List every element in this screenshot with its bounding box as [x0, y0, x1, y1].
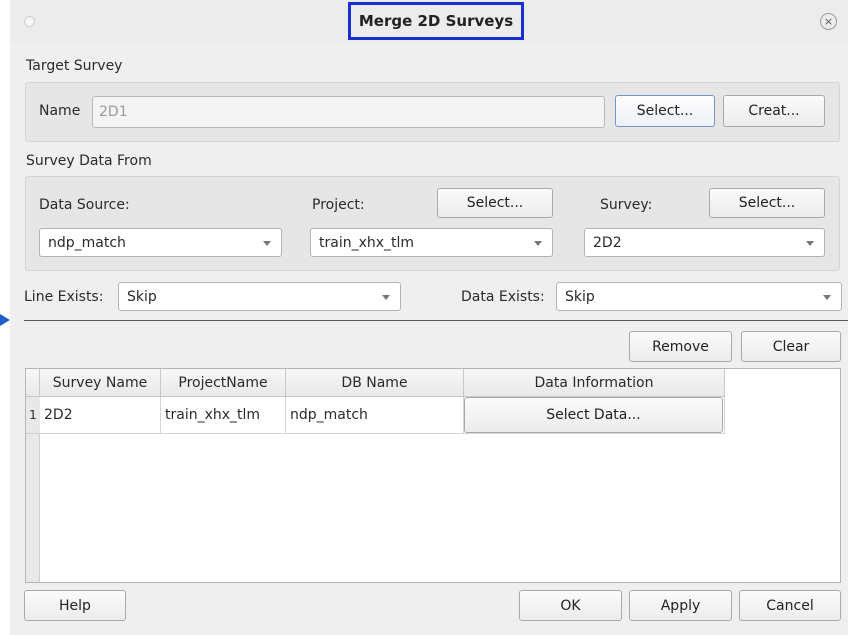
help-button[interactable]: Help [24, 590, 126, 621]
apply-button[interactable]: Apply [629, 590, 732, 621]
target-survey-group: Name 2D1 Select... Creat... [25, 82, 840, 142]
window-menu-icon[interactable] [24, 16, 35, 27]
survey-value: 2D2 [593, 234, 622, 251]
data-source-value: ndp_match [48, 234, 126, 251]
target-survey-section-label: Target Survey [26, 58, 123, 74]
chevron-down-icon [534, 240, 542, 246]
remove-button[interactable]: Remove [629, 331, 732, 362]
survey-label: Survey: [600, 197, 653, 213]
header-filler [725, 369, 840, 397]
chevron-down-icon [806, 240, 814, 246]
pointer-arrow-icon [0, 314, 10, 326]
table-cell-db-name[interactable]: ndp_match [286, 397, 464, 434]
cancel-button[interactable]: Cancel [739, 590, 841, 621]
column-header-survey-name[interactable]: Survey Name [40, 369, 161, 397]
ok-button[interactable]: OK [519, 590, 622, 621]
target-name-field[interactable]: 2D1 [92, 96, 605, 128]
chevron-down-icon [263, 240, 271, 246]
close-icon[interactable]: × [820, 13, 837, 30]
project-combo[interactable]: train_xhx_tlm [310, 228, 553, 257]
chevron-down-icon [823, 294, 831, 300]
corner-header[interactable] [26, 369, 40, 397]
column-header-db-name[interactable]: DB Name [286, 369, 464, 397]
data-source-label: Data Source: [39, 197, 130, 213]
target-select-button[interactable]: Select... [615, 95, 715, 127]
survey-combo[interactable]: 2D2 [584, 228, 825, 257]
merge-2d-surveys-dialog: Merge 2D Surveys × Target Survey Name 2D… [10, 0, 848, 635]
project-value: train_xhx_tlm [319, 234, 415, 251]
survey-data-from-section-label: Survey Data From [26, 153, 152, 169]
survey-select-button[interactable]: Select... [709, 188, 825, 218]
data-exists-combo[interactable]: Skip [556, 282, 842, 311]
line-exists-label: Line Exists: [24, 289, 104, 305]
target-create-button[interactable]: Creat... [723, 95, 825, 127]
survey-data-from-group: Data Source: ndp_match Project: Select..… [25, 176, 840, 271]
separator-line [24, 320, 848, 321]
name-label: Name [39, 103, 81, 119]
table-cell-data-information: Select Data... [464, 397, 725, 434]
table-cell-survey-name[interactable]: 2D2 [40, 397, 161, 434]
table-cell-project-name[interactable]: train_xhx_tlm [161, 397, 286, 434]
surveys-table: Survey Name ProjectName DB Name Data Inf… [25, 368, 841, 583]
project-select-button[interactable]: Select... [437, 188, 553, 218]
data-exists-value: Skip [565, 288, 595, 305]
column-header-project-name[interactable]: ProjectName [161, 369, 286, 397]
column-header-data-information[interactable]: Data Information [464, 369, 725, 397]
data-source-combo[interactable]: ndp_match [39, 228, 282, 257]
line-exists-combo[interactable]: Skip [118, 282, 401, 311]
title-bar: Merge 2D Surveys × [10, 0, 848, 42]
row-number[interactable]: 1 [26, 397, 40, 434]
data-exists-label: Data Exists: [461, 289, 545, 305]
line-exists-value: Skip [127, 288, 157, 305]
chevron-down-icon [382, 294, 390, 300]
project-label: Project: [312, 197, 365, 213]
clear-button[interactable]: Clear [741, 331, 841, 362]
select-data-button[interactable]: Select Data... [464, 397, 723, 433]
window-title: Merge 2D Surveys [348, 2, 524, 40]
